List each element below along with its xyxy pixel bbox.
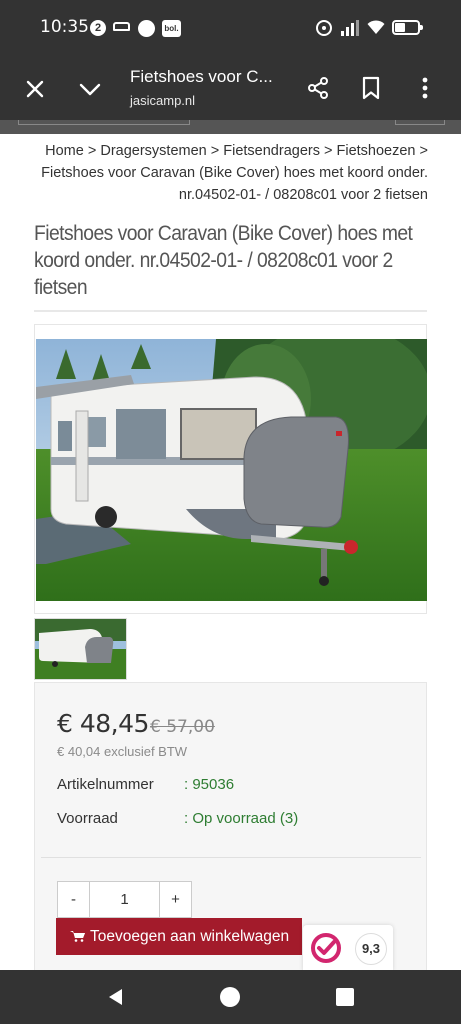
share-icon[interactable]: [306, 76, 330, 100]
more-options-icon[interactable]: [420, 76, 430, 100]
custom-tab-toolbar: Fietshoes voor C... jasicamp.nl: [0, 56, 461, 120]
thumbnail-image: [35, 619, 126, 679]
status-time: 10:35: [40, 17, 89, 37]
chevron-down-icon[interactable]: [76, 76, 104, 102]
divider: [41, 857, 421, 858]
product-title: Fietshoes voor Caravan (Bike Cover) hoes…: [34, 222, 413, 299]
breadcrumb-separator: >: [324, 143, 333, 159]
page-title: Fietshoes voor C...: [130, 67, 273, 86]
add-to-cart-label: Toevoegen aan winkelwagen: [90, 928, 290, 945]
wifi-icon: [367, 20, 385, 34]
spec-value-stock: : Op voorraad (3): [184, 810, 299, 827]
page-url: jasicamp.nl: [130, 93, 196, 108]
breadcrumb-fietshoezen[interactable]: Fietshoezen: [337, 143, 416, 159]
recents-icon[interactable]: [336, 988, 354, 1006]
breadcrumb-current: Fietshoes voor Caravan (Bike Cover) hoes…: [41, 165, 428, 203]
signal-icon: [341, 20, 361, 36]
product-thumbnail[interactable]: [34, 618, 127, 680]
header-button-edge: [395, 120, 445, 125]
quantity-stepper: - +: [57, 881, 192, 918]
spec-label-stock: Voorraad: [57, 810, 118, 827]
product-image[interactable]: [36, 339, 427, 601]
alarm-icon: [316, 20, 332, 36]
rating-score: 9,3: [355, 933, 387, 965]
notification-count-icon: 2: [90, 20, 106, 36]
current-price: € 48,45: [57, 709, 149, 738]
breadcrumb: Home > Dragersystemen > Fietsendragers >…: [10, 140, 428, 206]
kiyoh-logo-icon: [311, 933, 341, 963]
bol-app-icon: bol.: [162, 20, 181, 37]
shopping-cart-icon: [70, 931, 85, 942]
home-icon[interactable]: [220, 987, 240, 1007]
product-image-frame: [34, 324, 427, 614]
back-icon[interactable]: [106, 987, 126, 1007]
old-price: € 57,00: [150, 717, 215, 737]
battery-icon: [392, 20, 423, 35]
spec-value-article-number: : 95036: [184, 776, 235, 793]
add-to-cart-button[interactable]: Toevoegen aan winkelwagen: [56, 918, 302, 955]
header-search-edge: [18, 120, 190, 125]
price-ex-vat: € 40,04 exclusief BTW: [57, 744, 188, 759]
circle-notification-icon: [138, 20, 155, 37]
status-bar: 10:35 2 bol.: [0, 0, 461, 56]
quantity-increase-button[interactable]: +: [159, 882, 191, 917]
breadcrumb-dragersystemen[interactable]: Dragersystemen: [100, 143, 206, 159]
breadcrumb-separator: >: [210, 143, 220, 159]
breadcrumb-separator: >: [87, 143, 97, 159]
spec-label-article-number: Artikelnummer: [57, 776, 154, 793]
quantity-input[interactable]: [90, 882, 159, 917]
divider: [34, 310, 427, 312]
bookmark-icon[interactable]: [360, 76, 382, 100]
car-icon: [113, 22, 130, 31]
close-icon[interactable]: [22, 76, 48, 102]
breadcrumb-fietsendragers[interactable]: Fietsendragers: [223, 143, 320, 159]
breadcrumb-home[interactable]: Home: [45, 143, 84, 159]
quantity-decrease-button[interactable]: -: [58, 882, 90, 917]
rating-widget[interactable]: 9,3: [303, 925, 393, 971]
breadcrumb-separator: >: [419, 143, 428, 159]
system-navigation-bar: [0, 970, 461, 1024]
